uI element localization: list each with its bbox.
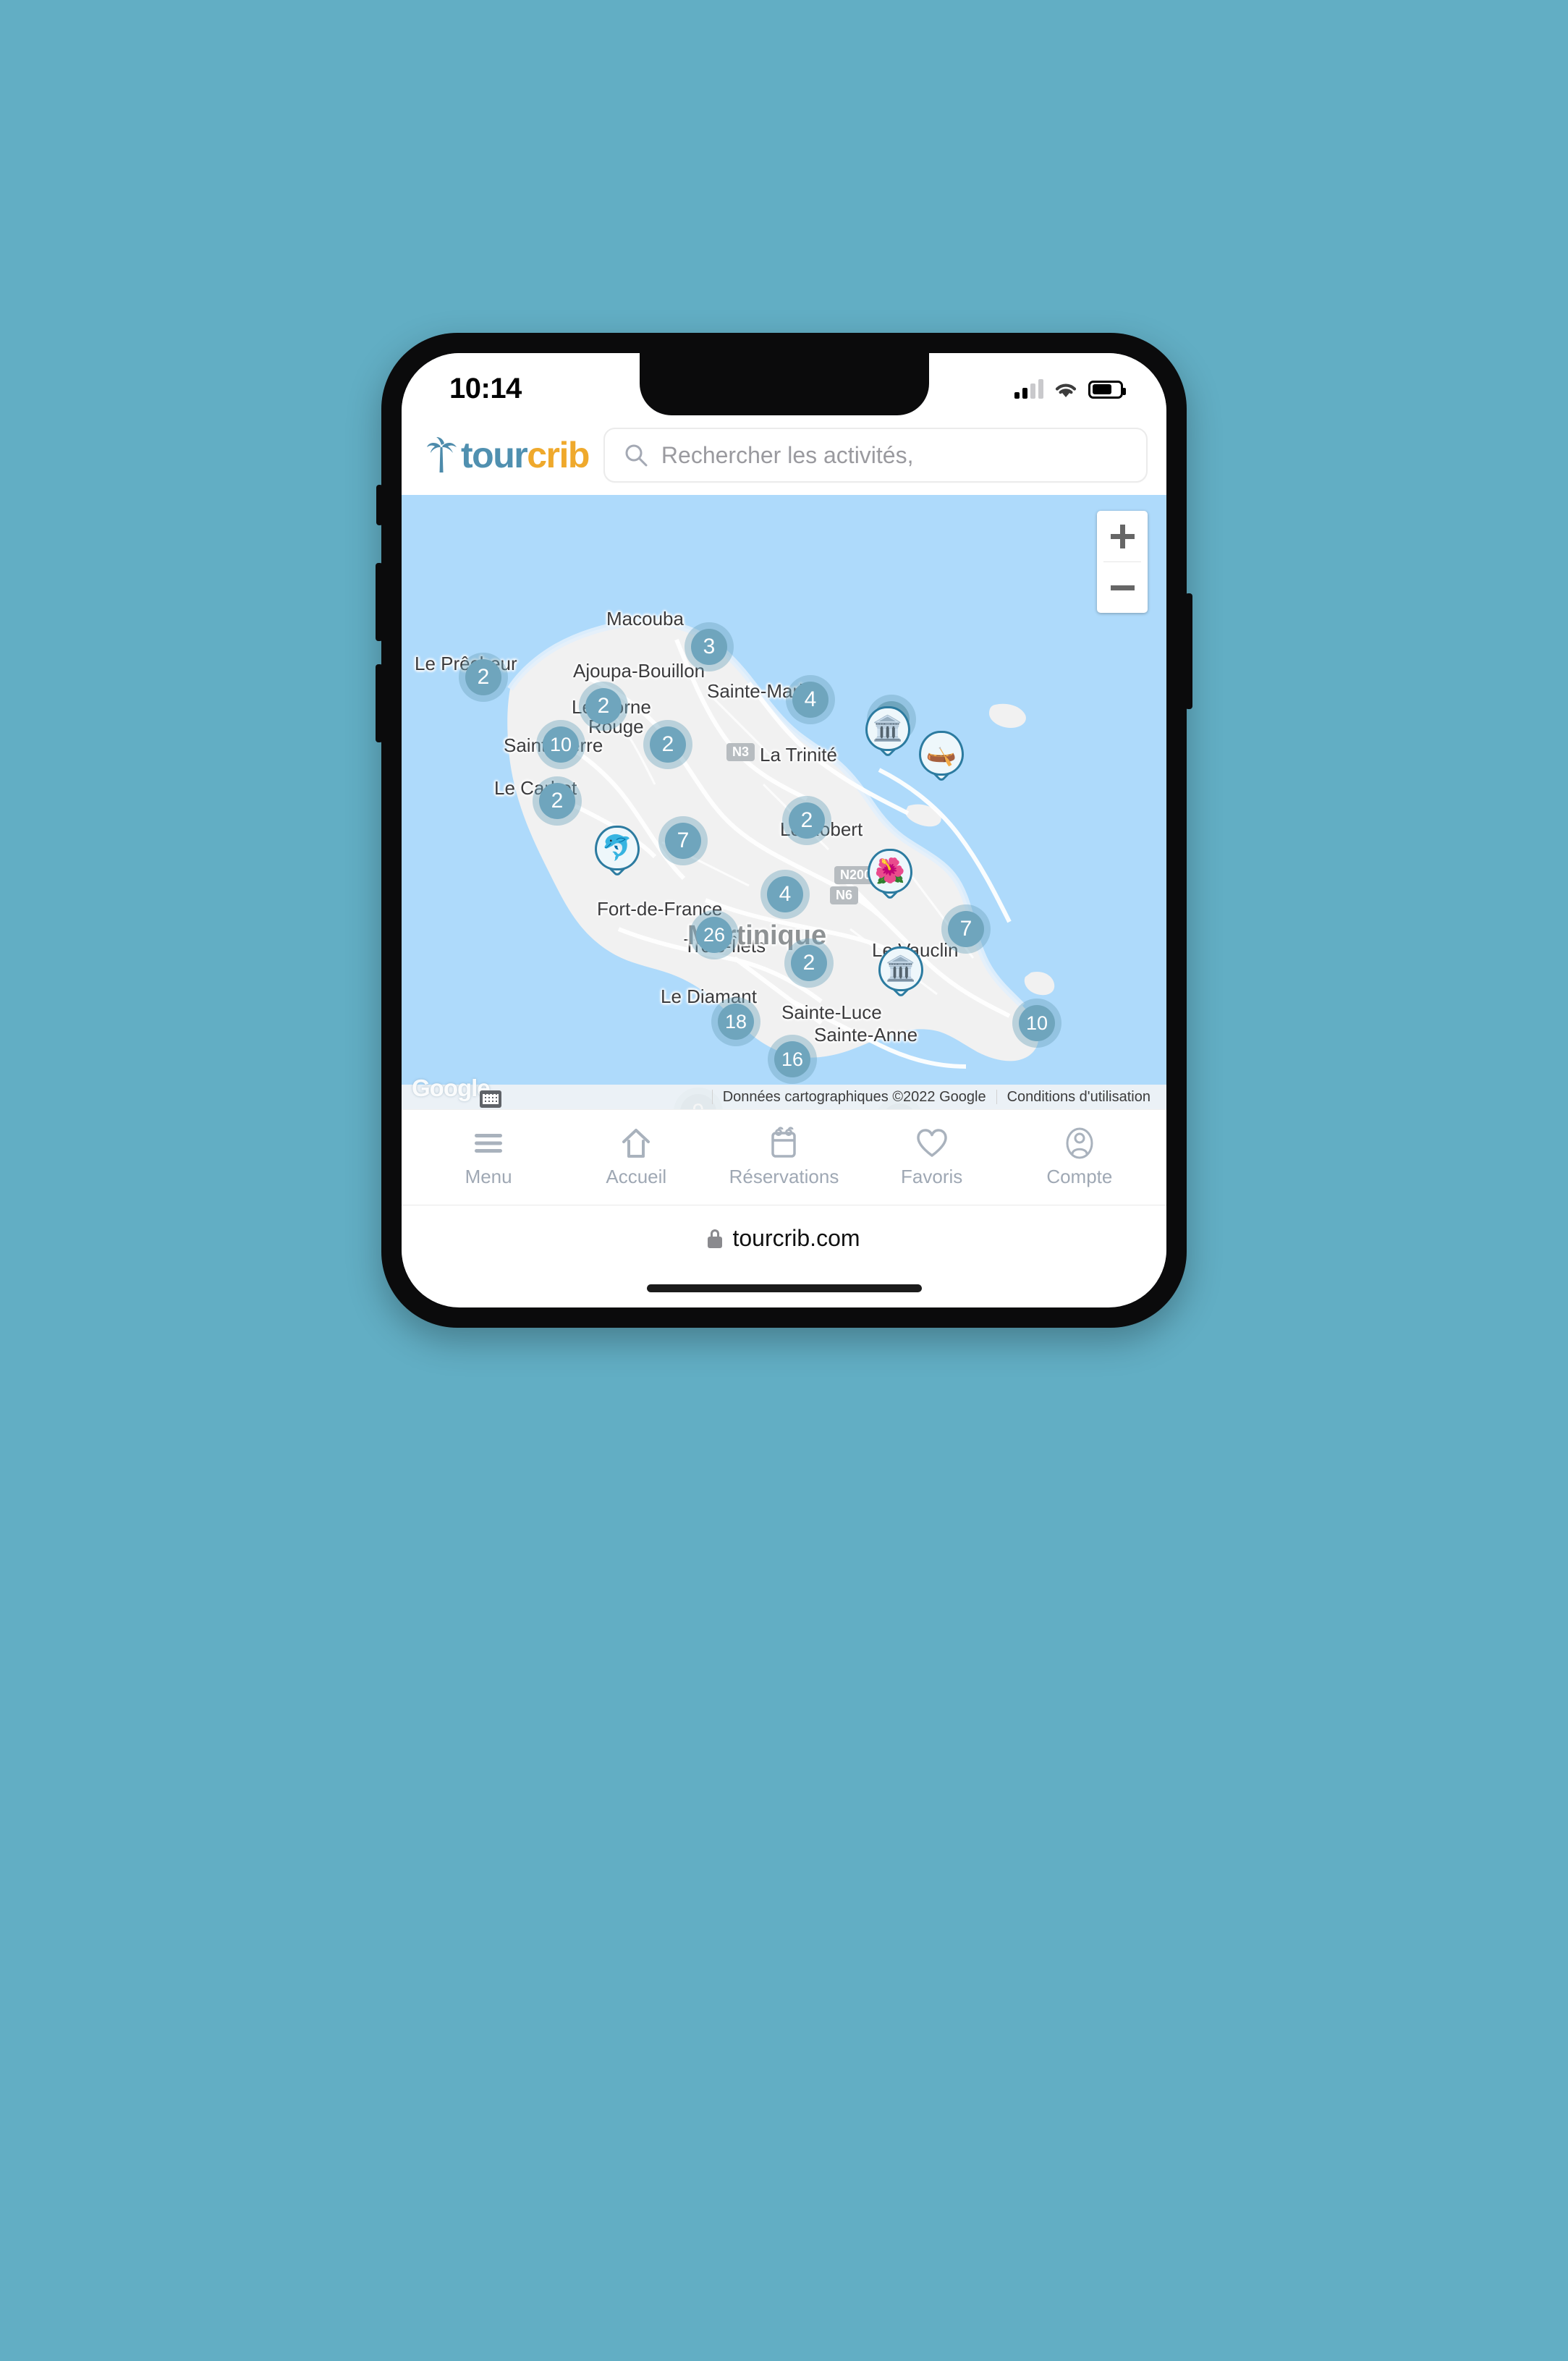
search-icon [625, 444, 648, 467]
map-cluster-count: 2 [650, 726, 686, 763]
map-cluster-marker[interactable]: 7 [941, 904, 991, 954]
map-cluster-marker[interactable]: 3 [685, 622, 734, 671]
map-cluster-marker[interactable]: 2 [782, 796, 831, 845]
logo-text-tour: tour [461, 435, 528, 475]
heart-icon [915, 1127, 949, 1160]
dolphin-icon: 🐬 [595, 826, 640, 870]
keyboard-icon[interactable] [480, 1090, 501, 1108]
map-cluster-marker[interactable]: 4 [786, 675, 835, 724]
silent-switch[interactable] [376, 485, 383, 525]
map-cluster-marker[interactable]: 10 [536, 720, 585, 769]
map-attribution-text: Données cartographiques ©2022 Google [711, 1090, 996, 1104]
map-cluster-count: 2 [789, 802, 825, 839]
pin-museum-lamentin[interactable]: 🏛️ [878, 946, 923, 1001]
power-button[interactable] [1185, 593, 1192, 709]
pin-museum-trinite[interactable]: 🏛️ [865, 706, 910, 761]
battery-icon [1088, 380, 1126, 399]
google-logo-watermark: Google [412, 1074, 491, 1101]
calendar-icon [768, 1127, 800, 1160]
nav-item-menu[interactable]: Menu [415, 1127, 562, 1188]
map-cluster-marker[interactable]: 18 [711, 997, 760, 1046]
map-cluster-count: 2 [539, 783, 575, 819]
volume-down-button[interactable] [376, 664, 383, 742]
device-notch [639, 353, 929, 415]
map-cluster-marker[interactable]: 7 [658, 816, 708, 865]
map-cluster-marker[interactable]: 2 [643, 720, 692, 769]
map-cluster-marker[interactable]: 10 [1012, 999, 1061, 1048]
app-logo[interactable]: tourcrib [426, 435, 590, 475]
nav-item-compte[interactable]: Compte [1006, 1127, 1153, 1188]
nav-item-favoris[interactable]: Favoris [858, 1127, 1006, 1188]
map-cluster-marker[interactable]: 2 [533, 776, 582, 826]
app-header: tourcrib Rechercher les activités, [402, 415, 1166, 495]
map-zoom-control[interactable] [1097, 511, 1148, 613]
museum-icon: 🏛️ [865, 706, 910, 751]
map-cluster-count: 3 [691, 629, 727, 665]
map-cluster-count: 2 [465, 659, 501, 695]
pin-hibiscus-robert[interactable]: 🌺 [868, 849, 912, 904]
map-cluster-count: 10 [543, 726, 579, 763]
pin-dolphin-carbet[interactable]: 🐬 [595, 826, 640, 881]
browser-url-bar[interactable]: tourcrib.com [402, 1205, 1166, 1271]
map-cluster-count: 4 [767, 876, 803, 912]
map-attribution-bar: Données cartographiques ©2022 Google Con… [402, 1085, 1166, 1109]
cellular-signal-icon [1014, 379, 1043, 399]
map-cluster-count: 16 [774, 1041, 810, 1077]
museum-icon: 🏛️ [878, 946, 923, 991]
nav-label-favoris: Favoris [901, 1166, 963, 1187]
map-cluster-count: 26 [696, 917, 732, 953]
nav-label-reservations: Réservations [729, 1166, 839, 1187]
home-indicator[interactable] [402, 1271, 1166, 1305]
map-cluster-count: 10 [1019, 1005, 1055, 1041]
nav-item-accueil[interactable]: Accueil [562, 1127, 710, 1188]
url-text: tourcrib.com [732, 1225, 860, 1251]
map-cluster-count: 2 [585, 688, 622, 724]
logo-text-crib: crib [527, 435, 590, 475]
map-cluster-count: 4 [792, 682, 829, 718]
hamburger-menu-icon [472, 1127, 505, 1160]
status-time: 10:14 [449, 372, 522, 404]
map-canvas[interactable]: Macouba Le Prêcheur Ajoupa-Bouillon Le Morn… [402, 495, 1166, 1109]
nav-item-reservations[interactable]: Réservations [710, 1127, 857, 1188]
volume-up-button[interactable] [376, 563, 383, 641]
map-cluster-marker[interactable]: 2 [579, 682, 628, 731]
zoom-out-button[interactable] [1097, 562, 1148, 613]
status-icons [1014, 370, 1126, 399]
hibiscus-icon: 🌺 [868, 849, 912, 894]
map-cluster-count: 7 [948, 911, 984, 947]
home-icon [619, 1127, 653, 1160]
phone-screen: 10:14 tourcrib Rechercher les activités,… [402, 353, 1166, 1307]
search-placeholder-text: Rechercher les activités, [661, 441, 914, 468]
home-indicator-bar [646, 1284, 922, 1292]
lock-icon [708, 1229, 723, 1248]
map-terms-link[interactable]: Conditions d'utilisation [996, 1090, 1161, 1104]
map-cluster-count: 7 [665, 823, 701, 859]
map-cluster-marker[interactable]: 26 [690, 910, 739, 959]
search-input[interactable]: Rechercher les activités, [603, 428, 1148, 483]
pin-canoe-trinite[interactable]: 🛶 [919, 731, 964, 786]
nav-label-accueil: Accueil [606, 1166, 667, 1187]
map-cluster-marker[interactable]: 16 [768, 1035, 817, 1084]
user-account-icon [1063, 1127, 1096, 1160]
wifi-icon [1055, 383, 1077, 397]
nav-label-compte: Compte [1046, 1166, 1113, 1187]
map-cluster-marker[interactable]: 2 [459, 653, 508, 702]
nav-label-menu: Menu [465, 1166, 512, 1187]
map-cluster-count: 2 [791, 945, 827, 981]
phone-device: 10:14 tourcrib Rechercher les activités,… [376, 333, 1192, 1328]
map-cluster-marker[interactable]: 2 [784, 938, 834, 988]
map-cluster-count: 18 [718, 1004, 754, 1040]
logo-wordmark: tourcrib [461, 435, 590, 475]
bottom-navigation-bar: Menu Accueil Réservations Favoris Compte [402, 1109, 1166, 1205]
zoom-in-button[interactable] [1097, 511, 1148, 561]
canoe-icon: 🛶 [919, 731, 964, 776]
map-cluster-marker[interactable]: 4 [760, 870, 810, 919]
palm-tree-icon [427, 437, 457, 472]
